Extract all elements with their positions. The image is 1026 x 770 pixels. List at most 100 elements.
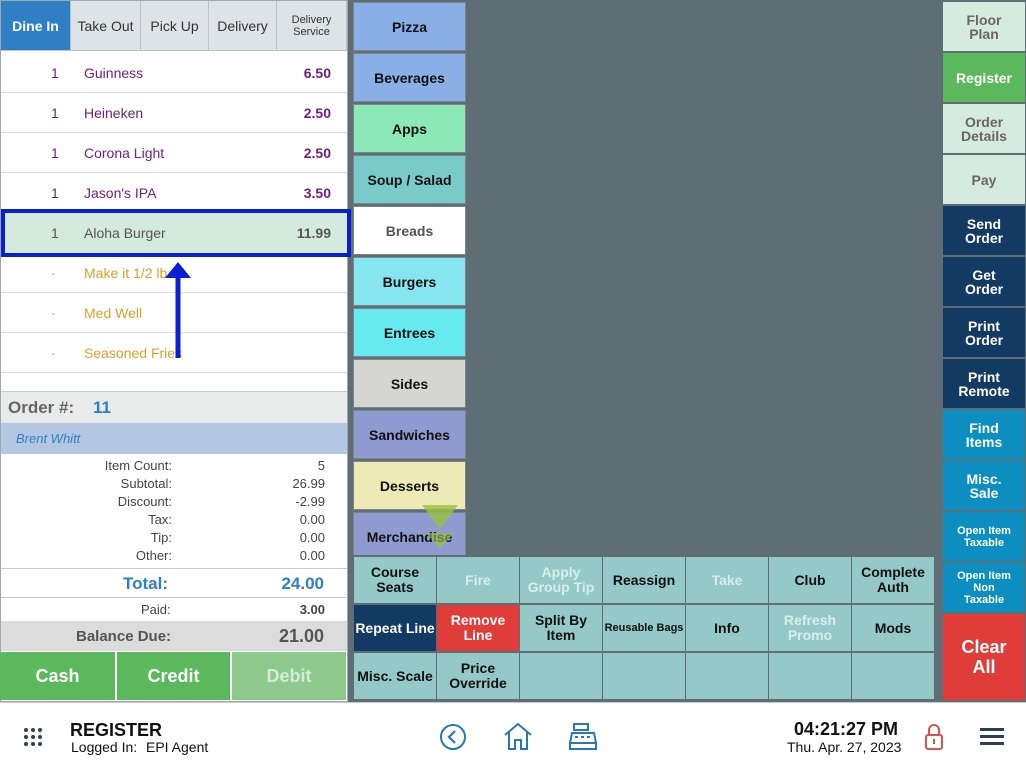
item-qty: · [51,265,56,281]
misc-sale-button[interactable]: Misc. Sale [943,461,1025,510]
back-icon[interactable] [439,723,467,751]
item-name: Guinness [84,65,144,81]
order-details-button[interactable]: Order Details [943,104,1025,153]
repeat-line-button[interactable]: Repeat Line [354,605,436,651]
print-remote-button[interactable]: Print Remote [943,359,1025,408]
summary-value: 26.99 [292,476,325,491]
category-burgers[interactable]: Burgers [353,257,466,306]
balance-row: Balance Due: 21.00 [1,621,347,651]
summary-label: Discount: [117,494,172,509]
tab-delivery-service[interactable]: Delivery Service [277,1,347,51]
footer-title: REGISTER [70,720,163,740]
reassign-button[interactable]: Reassign [603,557,685,603]
summary-value: -2.99 [295,494,325,509]
item-price: 2.50 [303,105,331,121]
item-price: 3.50 [303,185,331,201]
paid-label: Paid: [141,602,171,617]
misc-scale-button[interactable]: Misc. Scale [354,653,436,699]
complete-auth-button[interactable]: Complete Auth [852,557,934,603]
open-item-non-taxable-button[interactable]: Open Item Non Taxable [943,563,1025,612]
footer-bar: REGISTER Logged In: EPI Agent 04:21:27 P… [0,702,1026,770]
info-button[interactable]: Info [686,605,768,651]
course-seats-button[interactable]: Course Seats [354,557,436,603]
summary-label: Subtotal: [120,476,172,491]
order-number-label: Order #: [8,398,75,417]
send-order-button[interactable]: Send Order [943,206,1025,255]
debit-button[interactable]: Debit [232,652,346,700]
apply-group-tip-button[interactable]: Apply Group Tip [520,557,602,603]
floor-plan-button[interactable]: Floor Plan [943,2,1025,51]
item-qty: · [51,305,56,321]
category-sides[interactable]: Sides [353,359,466,408]
item-name: Corona Light [84,145,165,161]
balance-value: 21.00 [278,626,324,646]
annotation-arrow [165,262,191,358]
item-name: Aloha Burger [84,225,166,241]
summary-label: Item Count: [104,458,172,473]
empty-slot [769,653,851,699]
summary-value: 0.00 [299,512,325,527]
summary-value: 0.00 [299,530,325,545]
fire-button[interactable]: Fire [437,557,519,603]
open-item-taxable-button[interactable]: Open Item Taxable [943,512,1025,561]
pay-button[interactable]: Pay [943,155,1025,204]
item-qty: 1 [51,185,59,201]
menu-icon[interactable] [979,727,1005,747]
item-price: 11.99 [296,225,331,241]
clear-all-button[interactable]: Clear All [943,614,1025,700]
category-pizza[interactable]: Pizza [353,2,466,51]
category-entrees[interactable]: Entrees [353,308,466,357]
order-item-row[interactable]: 1 Corona Light 2.50 [1,133,347,173]
lock-icon[interactable] [923,723,945,751]
price-override-button[interactable]: Price Override [437,653,519,699]
item-price: 6.50 [303,65,331,81]
customer-bar[interactable]: Brent Whitt [1,423,347,454]
summary-label: Tip: [150,530,172,545]
item-qty: 1 [51,65,59,81]
item-qty: 1 [51,105,59,121]
summary-label: Other: [135,548,172,563]
find-items-button[interactable]: Find Items [943,410,1025,459]
tab-pick-up[interactable]: Pick Up [141,1,209,51]
item-name: Make it 1/2 lb. [84,265,172,281]
reusable-bags-button[interactable]: Reusable Bags [603,605,685,651]
app-grid-icon[interactable] [23,727,43,747]
remove-line-button[interactable]: Remove Line [437,605,519,651]
category-soup-salad[interactable]: Soup / Salad [353,155,466,204]
order-item-row[interactable]: 1 Guinness 6.50 [1,53,347,93]
cash-button[interactable]: Cash [0,652,115,700]
split-by-item-button[interactable]: Split By Item [520,605,602,651]
print-order-button[interactable]: Print Order [943,308,1025,357]
scroll-down-arrows-icon[interactable] [420,503,460,551]
refresh-promo-button[interactable]: Refresh Promo [769,605,851,651]
mods-button[interactable]: Mods [852,605,934,651]
get-order-button[interactable]: Get Order [943,257,1025,306]
credit-button[interactable]: Credit [117,652,230,700]
home-icon[interactable] [502,721,534,751]
register-button[interactable]: Register [943,53,1025,102]
club-button[interactable]: Club [769,557,851,603]
total-value: 24.00 [281,574,324,593]
empty-slot [852,653,934,699]
order-item-row[interactable]: 1 Jason's IPA 3.50 [1,173,347,213]
tab-take-out[interactable]: Take Out [71,1,141,51]
paid-value: 3.00 [299,602,325,617]
category-apps[interactable]: Apps [353,104,466,153]
category-sandwiches[interactable]: Sandwiches [353,410,466,459]
total-label: Total: [123,574,169,593]
tab-delivery[interactable]: Delivery [209,1,277,51]
balance-label: Balance Due: [76,628,172,645]
take-button[interactable]: Take [686,557,768,603]
order-item-row[interactable]: 1 Aloha Burger 11.99 [1,213,347,253]
category-breads[interactable]: Breads [353,206,466,255]
empty-slot [686,653,768,699]
tab-dine-in[interactable]: Dine In [1,1,71,51]
summary-value: 0.00 [299,548,325,563]
order-item-row[interactable]: 1 Heineken 2.50 [1,93,347,133]
clock-time: 04:21:27 PM [794,719,899,739]
logged-in-label: Logged In: [71,739,138,755]
cash-register-icon[interactable] [568,721,600,751]
category-beverages[interactable]: Beverages [353,53,466,102]
paid-row: Paid: 3.00 [1,599,347,621]
item-price: 2.50 [303,145,331,161]
